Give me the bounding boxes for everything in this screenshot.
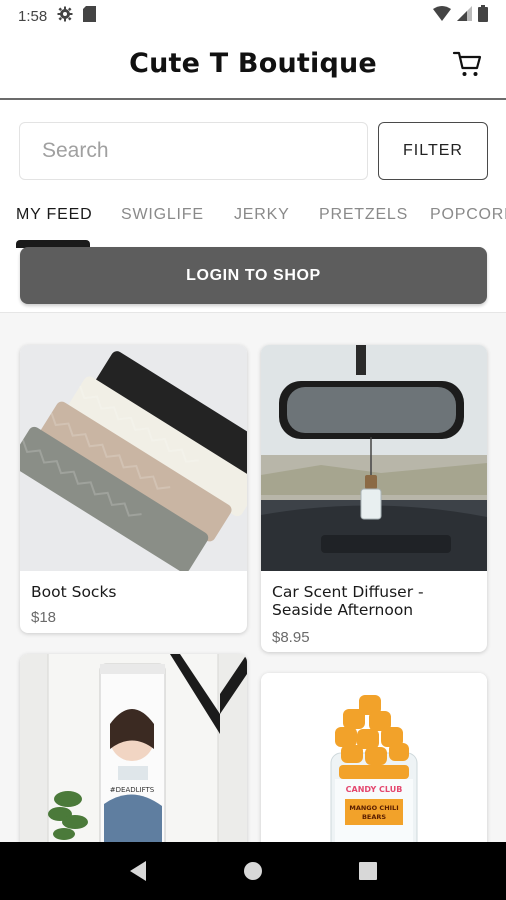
product-name-line2: Seaside Afternoon	[272, 601, 414, 619]
recents-square-icon	[359, 862, 378, 880]
tab-pretzels[interactable]: PRETZELS	[319, 206, 408, 224]
product-name-line1: Car Scent Diffuser -	[272, 583, 424, 601]
tumbler-text: #DEADLIFTS	[110, 786, 155, 794]
product-feed[interactable]: Boot Socks $18 Car Scent Diffuser - Seas…	[0, 312, 506, 842]
tab-popcorn[interactable]: POPCORN	[430, 206, 506, 224]
tab-swiglife[interactable]: SWIGLIFE	[121, 206, 204, 224]
signal-icon	[457, 6, 472, 26]
product-card[interactable]: Car Scent Diffuser - Seaside Afternoon $…	[261, 345, 487, 652]
search-input[interactable]	[42, 139, 367, 163]
jar-product-line1: MANGO CHILI	[349, 804, 398, 812]
status-left: 1:58	[18, 6, 97, 26]
battery-icon	[478, 5, 488, 27]
product-card[interactable]: #DEADLIFTS	[20, 654, 247, 842]
back-button[interactable]	[118, 851, 158, 891]
boot-socks-image	[20, 345, 247, 571]
back-triangle-icon	[129, 861, 146, 881]
cart-icon	[452, 51, 482, 76]
tumbler-image: #DEADLIFTS	[20, 654, 247, 842]
product-price: $8.95	[272, 629, 310, 646]
product-card[interactable]: CANDY CLUB MANGO CHILI BEARS	[261, 673, 487, 842]
filter-button[interactable]: FILTER	[378, 122, 488, 180]
app-title: Cute T Boutique	[129, 48, 377, 79]
mango-chili-bears-image: CANDY CLUB MANGO CHILI BEARS	[261, 673, 487, 842]
wifi-icon	[433, 6, 451, 26]
jar-product-line2: BEARS	[362, 813, 386, 821]
jar-brand: CANDY CLUB	[346, 785, 403, 794]
home-button[interactable]	[233, 851, 273, 891]
status-right	[433, 5, 488, 27]
product-name: Boot Socks	[31, 583, 117, 601]
tab-jerky[interactable]: JERKY	[234, 206, 290, 224]
sd-card-icon	[83, 6, 97, 26]
product-card[interactable]: Boot Socks $18	[20, 345, 247, 633]
car-scent-diffuser-image	[261, 345, 487, 571]
tab-my-feed[interactable]: MY FEED	[16, 206, 92, 224]
cart-button[interactable]	[452, 48, 484, 80]
gear-icon	[57, 6, 73, 26]
status-bar: 1:58	[0, 0, 506, 32]
app-bar: Cute T Boutique	[0, 32, 506, 100]
login-to-shop-button[interactable]: LOGIN TO SHOP	[20, 247, 487, 304]
search-field[interactable]	[19, 122, 368, 180]
home-circle-icon	[243, 862, 262, 880]
product-price: $18	[31, 609, 57, 626]
status-time: 1:58	[18, 7, 48, 25]
system-nav-bar	[0, 842, 506, 900]
recents-button[interactable]	[348, 851, 388, 891]
